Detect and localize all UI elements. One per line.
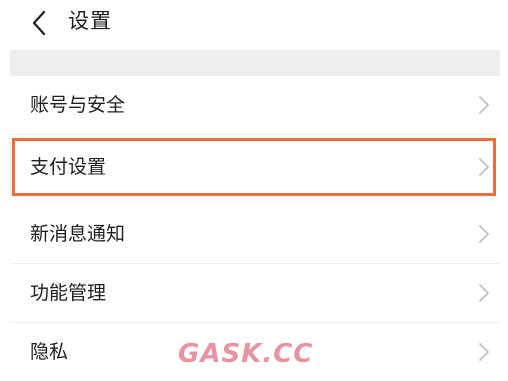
back-button[interactable] (24, 8, 54, 38)
chevron-right-icon (479, 284, 489, 302)
chevron-right-icon (479, 225, 489, 243)
top-bar: 设置 (0, 0, 508, 48)
menu-item-new-message-notifications[interactable]: 新消息通知 (10, 205, 500, 263)
chevron-right-icon (479, 158, 489, 176)
chevron-left-icon (32, 10, 46, 36)
chevron-right-icon (479, 96, 489, 114)
menu-item-label: 支付设置 (30, 156, 107, 178)
divider (10, 134, 500, 135)
menu-item-feature-management[interactable]: 功能管理 (10, 264, 500, 322)
section-gap (10, 50, 500, 76)
watermark: GASK.CC (178, 339, 314, 369)
menu-item-label: 账号与安全 (30, 94, 126, 116)
menu-item-payment-settings[interactable]: 支付设置 (10, 138, 500, 196)
menu-item-label: 功能管理 (30, 282, 107, 304)
chevron-right-icon (479, 343, 489, 361)
menu-item-label: 新消息通知 (30, 223, 126, 245)
menu-item-label: 隐私 (30, 341, 69, 363)
menu-item-account-security[interactable]: 账号与安全 (10, 76, 500, 134)
page-title: 设置 (68, 9, 112, 33)
